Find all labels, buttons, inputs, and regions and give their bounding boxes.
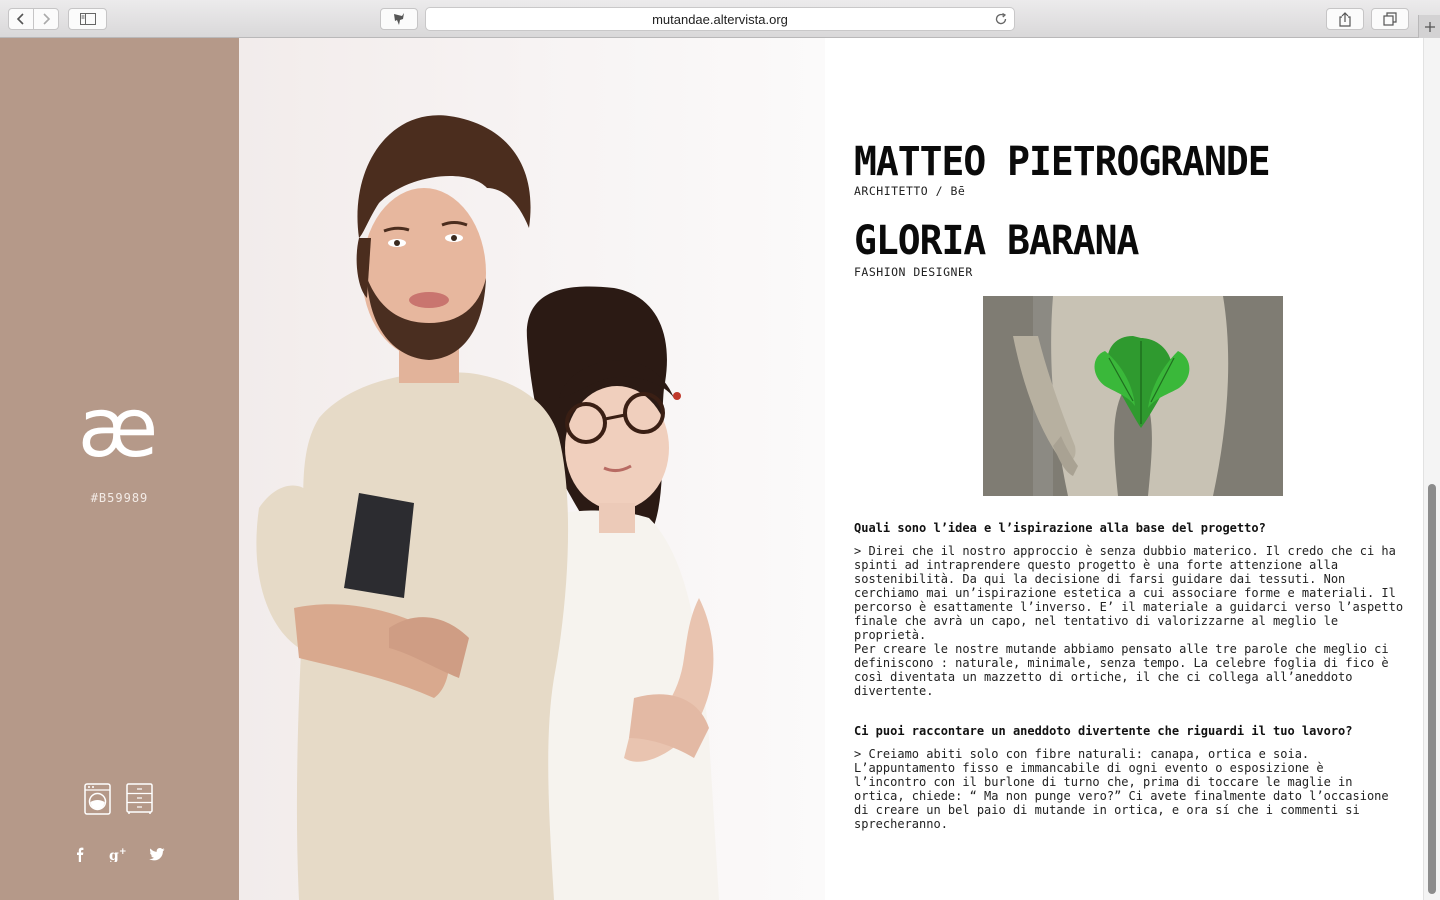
new-tab-button[interactable]: [1418, 15, 1440, 38]
svg-text:g: g: [109, 848, 119, 862]
question-1: Quali sono l’idea e l’ispirazione alla b…: [854, 521, 1266, 535]
facebook-icon[interactable]: [72, 846, 88, 862]
washing-machine-icon[interactable]: [84, 783, 111, 815]
sidebar-icon: [79, 13, 96, 25]
sidebar-toggle-button[interactable]: [68, 8, 107, 30]
tabs-overview-button[interactable]: [1371, 8, 1409, 30]
plus-icon: [1425, 21, 1435, 32]
share-button[interactable]: [1326, 8, 1364, 30]
answer-2: > Creiamo abiti solo con fibre naturali:…: [854, 747, 1389, 831]
person1-name: MATTEO PIETROGRANDE: [854, 138, 1271, 185]
scrollbar-thumb[interactable]: [1428, 484, 1436, 894]
chevron-left-icon: [16, 13, 24, 25]
svg-text:+: +: [119, 847, 127, 857]
drawers-icon[interactable]: [126, 783, 153, 815]
tabs-icon: [1383, 12, 1397, 26]
browser-toolbar: mutandae.altervista.org: [0, 0, 1440, 38]
portrait-photo: [239, 38, 825, 900]
share-icon: [1339, 11, 1351, 27]
forward-button[interactable]: [33, 8, 59, 30]
question-2: Ci puoi raccontare un aneddoto divertent…: [854, 724, 1353, 738]
back-button[interactable]: [8, 8, 34, 30]
statue-nettle-image: [983, 296, 1283, 496]
color-code-label: #B59989: [90, 491, 149, 505]
person2-name: GLORIA BARANA: [854, 217, 1139, 264]
site-extension-button[interactable]: [380, 8, 418, 30]
reload-icon[interactable]: [994, 12, 1008, 26]
page-scrollbar[interactable]: [1423, 38, 1440, 900]
url-text: mutandae.altervista.org: [652, 11, 788, 27]
twitter-icon[interactable]: [149, 846, 165, 862]
address-bar[interactable]: mutandae.altervista.org: [425, 7, 1015, 31]
person1-role[interactable]: ARCHITETTO / Bē: [854, 184, 965, 198]
extension-icon: [394, 13, 404, 25]
logo-glyph: æ: [78, 398, 159, 470]
chevron-right-icon: [43, 13, 51, 25]
answer-1: > Direi che il nostro approccio è senza …: [854, 544, 1404, 698]
portrait-illustration: [256, 115, 719, 900]
google-plus-icon[interactable]: g +: [109, 846, 127, 862]
ae-logo[interactable]: æ: [70, 398, 166, 470]
sidebar: æ #B59989 g +: [0, 38, 239, 900]
profile-content: MATTEO PIETROGRANDE ARCHITETTO / Bē GLOR…: [825, 38, 1423, 900]
person2-role: FASHION DESIGNER: [854, 265, 973, 279]
